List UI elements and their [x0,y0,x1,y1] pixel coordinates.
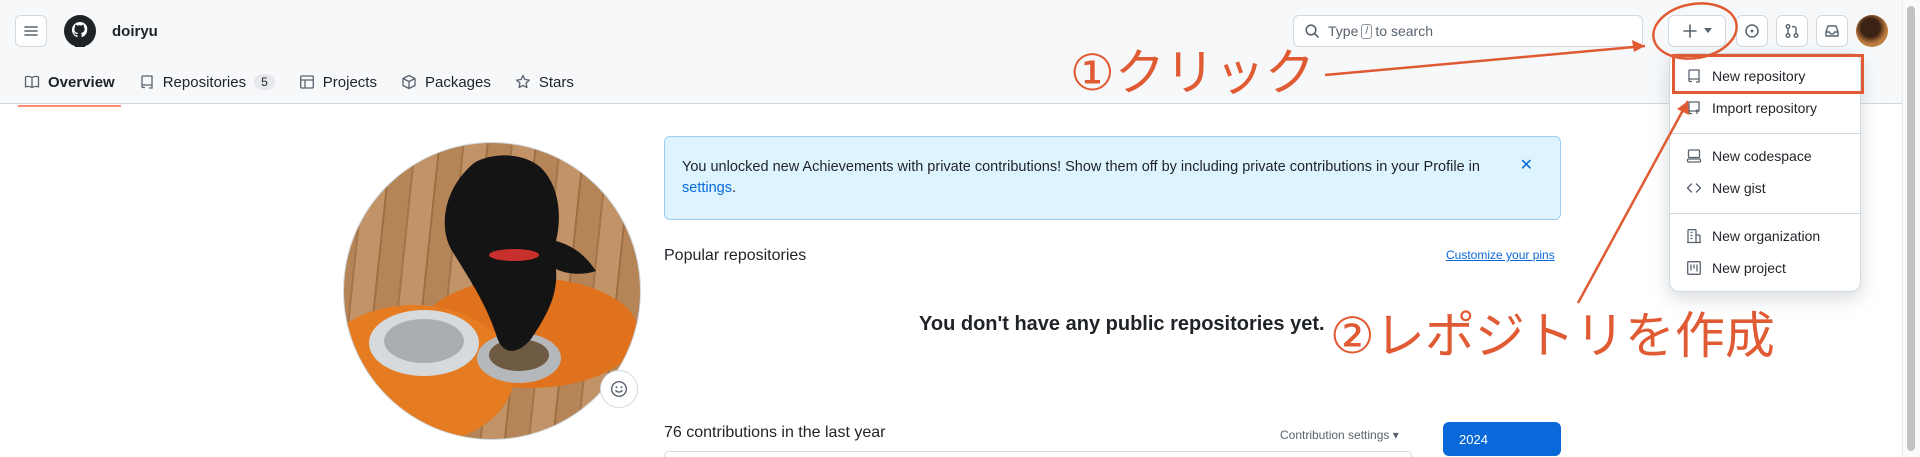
annotation-step1: ①クリック [1070,44,1315,102]
scrollbar-thumb[interactable] [1907,6,1915,451]
page: doiryu Type / to search Overview Reposit… [0,0,1920,457]
arrow-to-new-repository [1576,100,1690,304]
arrow-to-create-button [1324,44,1646,77]
arrowhead-to-create-button [1632,40,1645,52]
create-button-highlight-ellipse [1652,2,1738,60]
arrowhead-to-new-repository [1677,101,1689,115]
annotation-overlay [1324,2,1738,304]
annotation-step2: ②レポジトリを作成 [1330,307,1775,365]
